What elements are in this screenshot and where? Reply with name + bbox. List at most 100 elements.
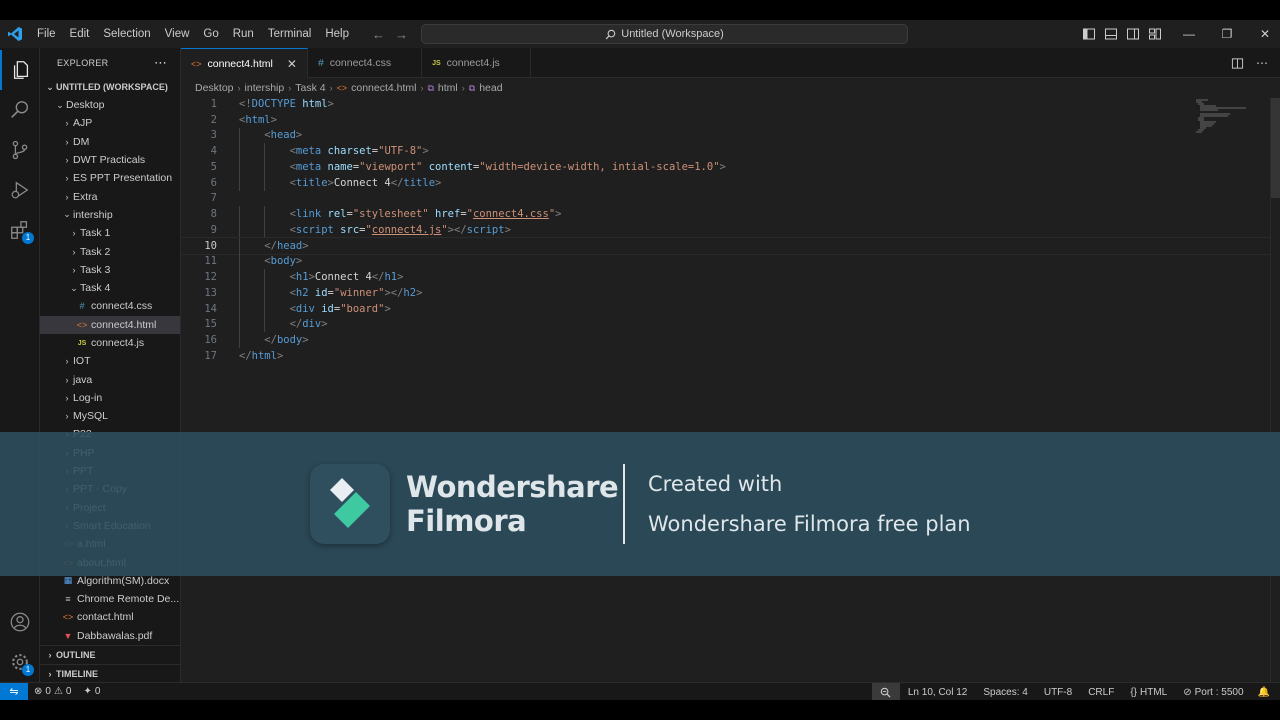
command-center[interactable]: Untitled (Workspace) (421, 24, 908, 44)
tree-folder[interactable]: › ES PPT Presentation (40, 169, 180, 187)
tree-file[interactable]: JS connect4.js (40, 334, 180, 352)
code-line[interactable]: 16 </body> (181, 332, 1280, 348)
tree-folder[interactable]: › DWT Practicals (40, 151, 180, 169)
code-line[interactable]: 15 </div> (181, 316, 1280, 333)
code-line[interactable]: 7 (181, 191, 1280, 207)
code-line[interactable]: 5 <meta name="viewport" content="width=d… (181, 159, 1280, 175)
tree-file[interactable]: <> connect4.html (40, 315, 180, 334)
line-number: 8 (210, 208, 217, 221)
code-line[interactable]: 4 <meta charset="UTF-8"> (181, 143, 1280, 159)
account-icon[interactable] (0, 602, 40, 642)
more-actions-icon[interactable]: ⋯ (154, 55, 168, 71)
code-line[interactable]: 13 <h2 id="winner"></h2> (181, 285, 1280, 301)
minimap[interactable] (1194, 98, 1254, 138)
editor-actions: ⋯ (1231, 48, 1268, 78)
manage-gear-icon[interactable]: 1 (0, 642, 40, 682)
tree-folder[interactable]: › Extra (40, 187, 180, 205)
customize-layout-icon[interactable] (1148, 27, 1162, 41)
problems-indicator[interactable]: ⊗ 0 ⚠ 0 (28, 683, 77, 701)
menu-run[interactable]: Run (226, 20, 261, 48)
code-line[interactable]: 2 <html> (181, 112, 1280, 128)
search-sidebar-icon[interactable] (0, 90, 40, 130)
code-line[interactable]: 12 <h1>Connect 4</h1> (181, 269, 1280, 285)
tree-file[interactable]: ≡ Chrome Remote De... (40, 590, 180, 608)
tree-folder[interactable]: › MySQL (40, 407, 180, 425)
encoding[interactable]: UTF-8 (1036, 683, 1080, 701)
split-editor-icon[interactable] (1231, 57, 1244, 70)
close-tab-icon[interactable]: ✕ (287, 57, 297, 71)
tree-folder[interactable]: › AJP (40, 114, 180, 132)
workspace-root[interactable]: ⌄ UNTITLED (WORKSPACE) (40, 78, 180, 96)
code-line[interactable]: 11 <body> (181, 253, 1280, 270)
tree-folder[interactable]: › DM (40, 133, 180, 151)
remote-indicator-icon[interactable]: ⇋ (0, 682, 28, 701)
breadcrumb-file[interactable]: connect4.html (351, 82, 416, 94)
code-editor[interactable]: 1 <!DOCTYPE html> 2 <html> 3 <head> 4 <meta c… (180, 96, 1280, 364)
tree-folder[interactable]: › Task 3 (40, 261, 180, 279)
maximize-icon[interactable]: ❐ (1208, 27, 1246, 41)
tree-folder[interactable]: › Task 2 (40, 242, 180, 260)
toggle-secondary-sidebar-icon[interactable] (1126, 27, 1140, 41)
close-window-icon[interactable]: ✕ (1246, 27, 1280, 41)
language-mode[interactable]: {} HTML (1122, 683, 1175, 701)
tree-folder[interactable]: ⌄ Desktop (40, 96, 180, 114)
menu-selection[interactable]: Selection (96, 20, 157, 48)
menu-edit[interactable]: Edit (63, 20, 97, 48)
breadcrumb-task4[interactable]: Task 4 (295, 82, 325, 94)
toggle-panel-icon[interactable] (1104, 27, 1118, 41)
code-line[interactable]: 17 </html> (181, 348, 1280, 364)
end-of-line[interactable]: CRLF (1080, 683, 1122, 701)
back-arrow-icon[interactable]: ← (372, 27, 385, 42)
tab-connect4-css[interactable]: # connect4.css (308, 48, 423, 78)
command-center-label: Untitled (Workspace) (621, 28, 724, 40)
vertical-scrollbar[interactable] (1270, 98, 1280, 682)
extensions-icon[interactable]: 1 (0, 210, 40, 250)
tree-folder[interactable]: ⌄ intership (40, 206, 180, 224)
code-line[interactable]: 3 <head> (181, 127, 1280, 144)
chevron-right-icon: › (65, 118, 69, 129)
tab-connect4-html[interactable]: <> connect4.html ✕ (181, 48, 308, 78)
menu-view[interactable]: View (158, 20, 197, 48)
code-line[interactable]: 1 <!DOCTYPE html> (181, 96, 1280, 112)
outline-section[interactable]: › OUTLINE (40, 645, 180, 663)
code-text: </html> (239, 349, 284, 362)
menu-go[interactable]: Go (196, 20, 225, 48)
error-count: 0 (45, 686, 51, 697)
tab-connect4-js[interactable]: JS connect4.js (422, 48, 531, 78)
forward-arrow-icon[interactable]: → (395, 27, 408, 42)
source-control-icon[interactable] (0, 130, 40, 170)
code-line[interactable]: 8 <link rel="stylesheet" href="connect4.… (181, 206, 1280, 222)
minimize-icon[interactable]: — (1170, 27, 1208, 41)
breadcrumb-intership[interactable]: intership (245, 82, 285, 94)
timeline-section[interactable]: › TIMELINE (40, 664, 180, 682)
more-editor-actions-icon[interactable]: ⋯ (1256, 56, 1268, 70)
code-line[interactable]: 6 <title>Connect 4</title> (181, 174, 1280, 191)
menu-help[interactable]: Help (318, 20, 356, 48)
ports-indicator[interactable]: ✦ 0 (77, 683, 106, 701)
tree-folder[interactable]: › Task 1 (40, 224, 180, 242)
toggle-primary-sidebar-icon[interactable] (1082, 27, 1096, 41)
tree-folder[interactable]: › Log-in (40, 389, 180, 407)
scroll-thumb[interactable] (1271, 98, 1280, 198)
cursor-position[interactable]: Ln 10, Col 12 (900, 683, 976, 701)
tree-folder[interactable]: › java (40, 370, 180, 388)
live-server-port[interactable]: ⊘ Port : 5500 (1175, 683, 1251, 701)
tree-file[interactable]: # connect4.css (40, 297, 180, 315)
code-line[interactable]: 9 <script src="connect4.js"></script> (181, 222, 1280, 238)
code-line[interactable]: 10 </head> (180, 236, 1280, 255)
code-line[interactable]: 14 <div id="board"> (181, 300, 1280, 317)
zoom-icon[interactable] (871, 683, 900, 701)
tree-file[interactable]: <> contact.html (40, 608, 180, 626)
indentation[interactable]: Spaces: 4 (975, 683, 1035, 701)
notifications-bell-icon[interactable]: 🔔 (1252, 683, 1280, 701)
breadcrumb-html[interactable]: html (438, 82, 458, 94)
menu-terminal[interactable]: Terminal (261, 20, 318, 48)
tree-folder[interactable]: ⌄ Task 4 (40, 279, 180, 297)
tree-file[interactable]: ▼ Dabbawalas.pdf (40, 627, 180, 645)
breadcrumb-desktop[interactable]: Desktop (195, 82, 234, 94)
run-debug-icon[interactable] (0, 170, 40, 210)
breadcrumb-head[interactable]: head (479, 82, 502, 94)
menu-file[interactable]: File (30, 20, 63, 48)
tree-folder[interactable]: › IOT (40, 352, 180, 370)
explorer-icon[interactable] (0, 50, 40, 90)
